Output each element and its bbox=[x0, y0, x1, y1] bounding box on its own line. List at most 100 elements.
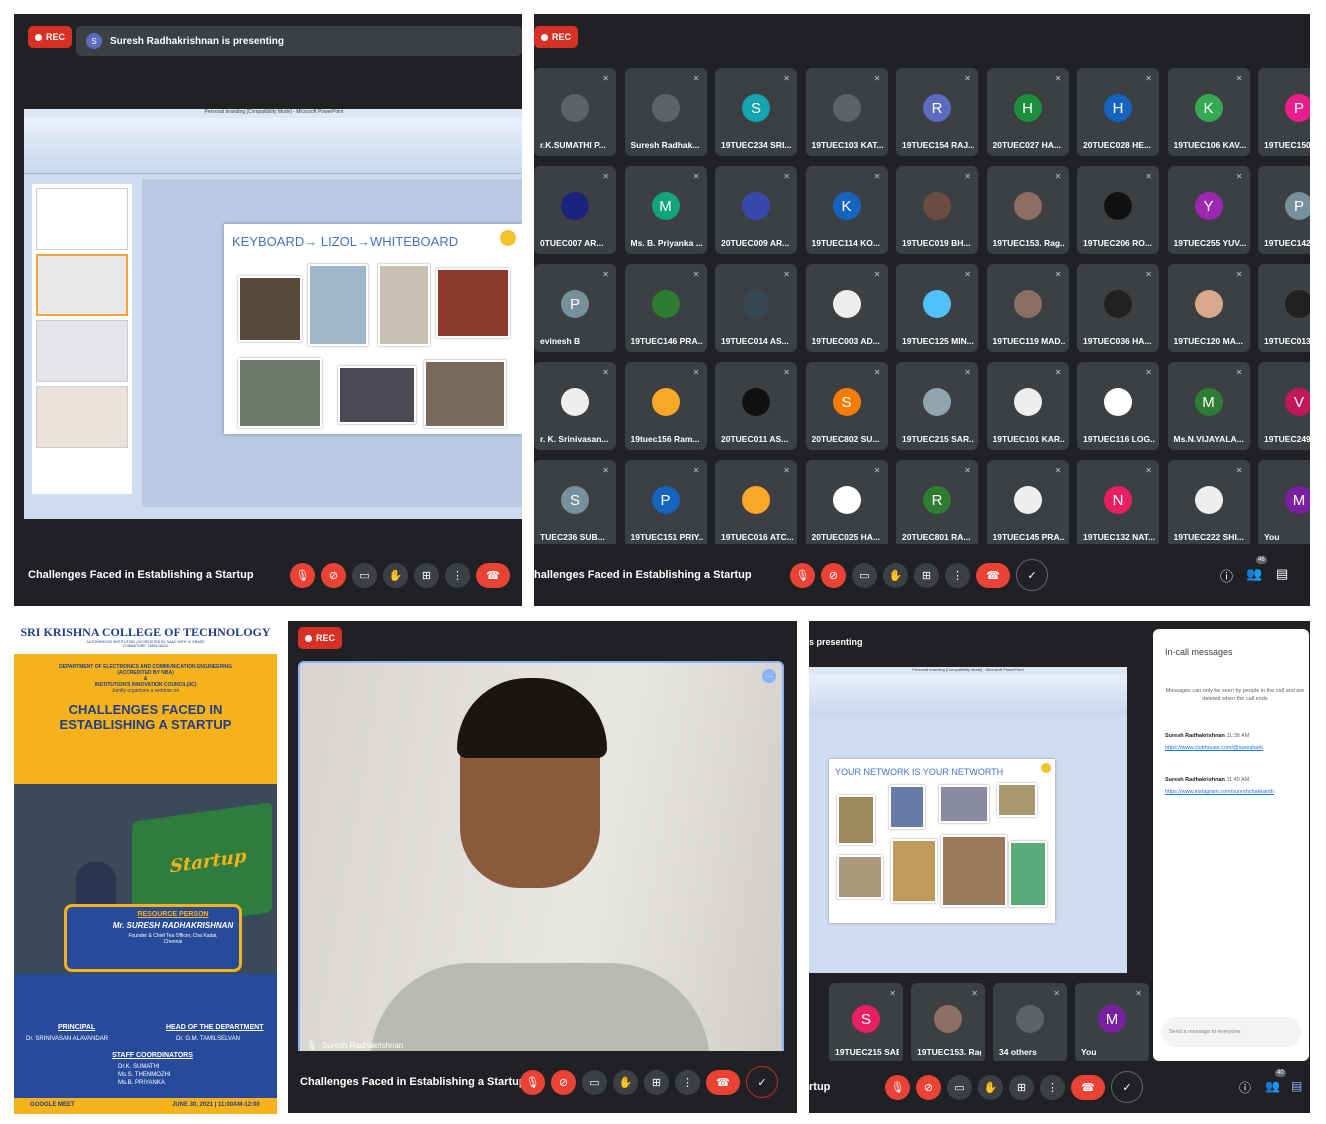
mic-off-button[interactable]: 🎙 bbox=[520, 1069, 545, 1095]
participant-tile[interactable]: ✕ 19TUEC116 LOG... bbox=[1077, 362, 1159, 450]
participant-tile[interactable]: ✕ S 19TUEC215 SABR... bbox=[829, 983, 903, 1063]
participant-tile[interactable]: ✕ 19TUEC016 ATC... bbox=[715, 460, 797, 548]
participant-tile[interactable]: ✕ H 20TUEC028 HE... bbox=[1077, 68, 1159, 156]
tile-options-icon[interactable]: … bbox=[762, 669, 776, 683]
chat-title: In-call messages bbox=[1165, 647, 1233, 657]
camera-off-button[interactable]: ⊘ bbox=[821, 562, 846, 588]
participant-tile[interactable]: ✕ 19TUEC014 AS... bbox=[715, 264, 797, 352]
participant-tile[interactable]: ✕V19TUEC249 VI... bbox=[1258, 362, 1310, 450]
participant-tile[interactable]: ✕ 19TUEC125 MIN... bbox=[896, 264, 978, 352]
camera-off-button[interactable]: ⊘ bbox=[321, 562, 346, 588]
participant-tile[interactable]: ✕ S 20TUEC802 SU... bbox=[805, 362, 888, 450]
present-button[interactable]: ⊞ bbox=[1009, 1074, 1034, 1100]
captions-button[interactable]: ▭ bbox=[947, 1074, 972, 1100]
participant-tile[interactable]: ✕ K 19TUEC106 KAV... bbox=[1167, 68, 1250, 156]
participant-tile[interactable]: ✕ 19TUEC153. Rag... bbox=[986, 166, 1069, 254]
more-options-button[interactable]: ⋮ bbox=[1040, 1074, 1065, 1100]
mic-off-button[interactable]: 🎙 bbox=[790, 562, 815, 588]
camera-off-button[interactable]: ⊘ bbox=[916, 1074, 941, 1100]
chat-icon[interactable]: ▤ bbox=[1276, 566, 1288, 582]
participant-name: You bbox=[1081, 1047, 1097, 1057]
participant-tile[interactable]: ✕ M Ms. B. Priyanka ... bbox=[624, 166, 707, 254]
activities-button[interactable]: ✓ bbox=[1016, 559, 1048, 591]
message-link[interactable]: https://www.clubhouse.com/@sureshark bbox=[1165, 745, 1263, 751]
participant-tile[interactable]: ✕ 19TUEC119 MAD... bbox=[986, 264, 1069, 352]
participant-tile[interactable]: ✕ r.K.SUMATHI P... bbox=[534, 68, 616, 156]
leave-call-button[interactable]: ☎ bbox=[976, 562, 1010, 588]
participant-tile[interactable]: ✕MYou bbox=[1075, 983, 1149, 1063]
present-button[interactable]: ⊞ bbox=[644, 1069, 669, 1095]
participant-tile[interactable]: ✕ 0TUEC007 AR... bbox=[534, 166, 616, 254]
message-link[interactable]: https://www.instagram.com/sureshchakkant… bbox=[1165, 789, 1274, 795]
participant-tile[interactable]: ✕ 19TUEC215 SAR... bbox=[896, 362, 978, 450]
participant-tile[interactable]: ✕ 19TUEC019 BH... bbox=[896, 166, 978, 254]
raise-hand-button[interactable]: ✋ bbox=[383, 562, 408, 588]
participant-tile[interactable]: ✕MYou bbox=[1258, 460, 1310, 548]
participant-tile[interactable]: ✕ 20TUEC009 AR... bbox=[715, 166, 797, 254]
participant-tile[interactable]: ✕ r. K. Srinivasan... bbox=[534, 362, 616, 450]
muted-mic-icon: ✕ bbox=[1235, 172, 1243, 181]
chat-input[interactable]: Send a message to everyone bbox=[1161, 1017, 1301, 1047]
participant-tile[interactable]: ✕ 19TUEC103 KAT... bbox=[805, 68, 888, 156]
participant-name: 19TUEC125 MIN... bbox=[902, 336, 974, 346]
participant-tile[interactable]: ✕ N 19TUEC132 NAT... bbox=[1077, 460, 1159, 548]
people-icon[interactable]: 👥 bbox=[1265, 1079, 1280, 1093]
participant-tile[interactable]: ✕ 19TUEC153. Ragh... bbox=[911, 983, 985, 1063]
participant-tile[interactable]: ✕ 20TUEC025 HA... bbox=[805, 460, 888, 548]
participant-tile[interactable]: ✕ 19TUEC222 SHI... bbox=[1167, 460, 1250, 548]
mic-off-button[interactable]: 🎙 bbox=[290, 562, 315, 588]
more-options-button[interactable]: ⋮ bbox=[945, 562, 970, 588]
mic-off-button[interactable]: 🎙 bbox=[885, 1074, 910, 1100]
participant-tile[interactable]: ✕ 19TUEC146 PRA... bbox=[624, 264, 707, 352]
meeting-details-icon[interactable]: ⓘ bbox=[1220, 566, 1233, 585]
raise-hand-button[interactable]: ✋ bbox=[978, 1074, 1003, 1100]
participant-tile[interactable]: ✕19TUEC013 AS... bbox=[1258, 264, 1310, 352]
muted-mic-icon: ✕ bbox=[783, 74, 790, 83]
participant-tile[interactable]: ✕ 19TUEC145 PRA... bbox=[986, 460, 1069, 548]
participant-tile[interactable]: ✕ 19TUEC003 AD... bbox=[805, 264, 888, 352]
more-options-button[interactable]: ⋮ bbox=[675, 1069, 700, 1095]
participant-tile[interactable]: ✕P19TUEC142 PO... bbox=[1258, 166, 1310, 254]
participant-tile[interactable]: ✕ 19TUEC206 RO... bbox=[1077, 166, 1159, 254]
participant-tile[interactable]: ✕P19TUEC150 PR... bbox=[1258, 68, 1310, 156]
leave-call-button[interactable]: ☎ bbox=[1071, 1074, 1105, 1100]
chat-notice: Messages can only be seen by people in t… bbox=[1165, 688, 1305, 702]
present-button[interactable]: ⊞ bbox=[414, 562, 439, 588]
raise-hand-button[interactable]: ✋ bbox=[613, 1069, 638, 1095]
captions-button[interactable]: ▭ bbox=[852, 562, 877, 588]
leave-call-button[interactable]: ☎ bbox=[706, 1069, 740, 1095]
participant-tile[interactable]: ✕ S TUEC236 SUB... bbox=[534, 460, 616, 548]
more-options-button[interactable]: ⋮ bbox=[445, 562, 470, 588]
participant-tile[interactable]: ✕ Y 19TUEC255 YUV... bbox=[1167, 166, 1250, 254]
activities-button[interactable]: ✓ bbox=[746, 1066, 778, 1098]
activities-button[interactable]: ✓ bbox=[1111, 1071, 1143, 1103]
participant-tile[interactable]: ✕ R 19TUEC154 RAJ... bbox=[896, 68, 978, 156]
participant-tile[interactable]: ✕ 19TUEC120 MA... bbox=[1167, 264, 1250, 352]
participant-tile[interactable]: ✕ R 20TUEC801 RA... bbox=[896, 460, 978, 548]
captions-button[interactable]: ▭ bbox=[582, 1069, 607, 1095]
participant-tile[interactable]: ✕ H 20TUEC027 HA... bbox=[986, 68, 1069, 156]
meeting-details-icon[interactable]: ⓘ bbox=[1239, 1079, 1251, 1096]
participant-tile[interactable]: ✕ 19TUEC101 KAR... bbox=[986, 362, 1069, 450]
participant-tile[interactable]: ✕ S 19TUEC234 SRI... bbox=[715, 68, 797, 156]
camera-off-button[interactable]: ⊘ bbox=[551, 1069, 576, 1095]
participant-tile[interactable]: ✕ 34 others bbox=[993, 983, 1067, 1063]
leave-call-button[interactable]: ☎ bbox=[476, 562, 510, 588]
chat-icon[interactable]: ▤ bbox=[1291, 1079, 1302, 1093]
participant-tile[interactable]: ✕ M Ms.N.VIJAYALA... bbox=[1167, 362, 1250, 450]
participant-tile[interactable]: ✕ 19tuec156 Ram... bbox=[624, 362, 707, 450]
participant-name: 20TUEC028 HE... bbox=[1083, 140, 1152, 150]
captions-button[interactable]: ▭ bbox=[352, 562, 377, 588]
participant-tile[interactable]: ✕ P 19TUEC151 PRIY... bbox=[624, 460, 707, 548]
participant-tile[interactable]: ✕ 19TUEC036 HA... bbox=[1077, 264, 1159, 352]
message-sender: Suresh Radhakrishnan 11:40 AM bbox=[1165, 777, 1249, 783]
participant-tile[interactable]: ✕ K 19TUEC114 KO... bbox=[805, 166, 888, 254]
raise-hand-button[interactable]: ✋ bbox=[883, 562, 908, 588]
current-slide: KEYBOARD→ LIZOL→WHITEBOARD bbox=[224, 224, 522, 434]
muted-mic-icon: ✕ bbox=[692, 74, 700, 83]
participant-tile[interactable]: ✕ Pevinesh B bbox=[534, 264, 616, 352]
present-button[interactable]: ⊞ bbox=[914, 562, 939, 588]
participant-tile[interactable]: ✕ Suresh Radhak... bbox=[624, 68, 707, 156]
participant-tile[interactable]: ✕ 20TUEC011 AS... bbox=[715, 362, 797, 450]
people-icon[interactable]: 👥 bbox=[1246, 566, 1262, 582]
